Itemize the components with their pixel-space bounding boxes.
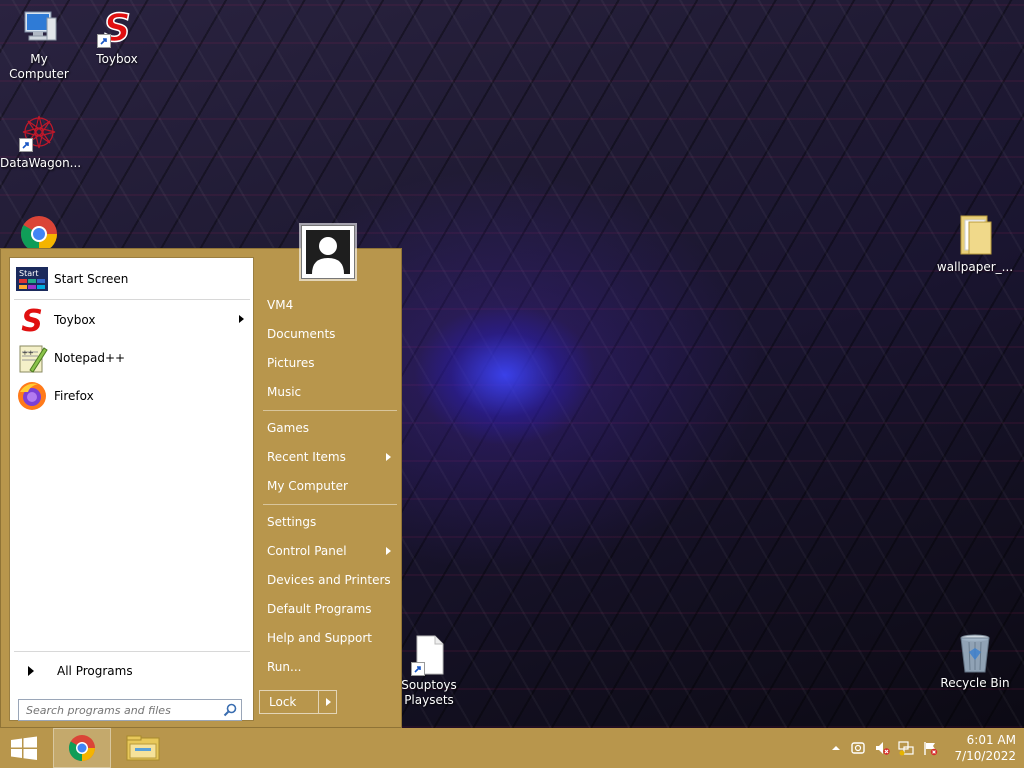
chrome-icon — [68, 735, 95, 762]
folder-icon — [955, 214, 995, 255]
windows-logo-icon — [11, 736, 37, 760]
separator — [263, 410, 397, 411]
search-box[interactable] — [18, 699, 242, 721]
start-menu-right-item-default-programs[interactable]: Default Programs — [259, 596, 399, 622]
lock-button[interactable]: Lock — [259, 690, 337, 714]
desktop-icon-datawagon[interactable]: DataWagon... — [0, 112, 82, 171]
right-item-label: Default Programs — [267, 602, 372, 616]
start-screen-icon: Start — [16, 263, 48, 295]
desktop-icon-wallpaper-folder[interactable]: wallpaper_... — [936, 214, 1014, 275]
submenu-arrow-icon — [386, 453, 391, 461]
desktop-icon-label: wallpaper_... — [936, 260, 1014, 274]
right-item-label: Devices and Printers — [267, 573, 391, 587]
recycle-bin-icon — [955, 632, 995, 673]
shortcut-arrow-icon — [19, 138, 33, 152]
start-menu-right-item-settings[interactable]: Settings — [259, 509, 399, 535]
taskbar: 6:01 AM 7/10/2022 — [0, 728, 1024, 768]
start-menu-item-start-screen[interactable]: Start Start Screen — [14, 262, 250, 296]
desktop-icon-label: DataWagon... — [0, 156, 82, 170]
right-item-label: Help and Support — [267, 631, 372, 645]
lock-button-label: Lock — [269, 695, 297, 709]
start-menu-item-notepadpp[interactable]: ++ Notepad++ — [14, 341, 250, 375]
desktop-icon-label: Toybox — [96, 52, 138, 66]
right-item-label: Games — [267, 421, 309, 435]
desktop-icon-label: My Computer — [9, 52, 69, 81]
search-icon[interactable] — [223, 703, 237, 720]
start-menu-right-item-games[interactable]: Games — [259, 415, 399, 441]
desktop-icon-recycle-bin[interactable]: Recycle Bin — [936, 632, 1014, 691]
volume-muted-icon[interactable] — [874, 740, 890, 756]
toybox-icon: S — [97, 5, 137, 51]
separator — [14, 299, 250, 300]
svg-text:Start: Start — [19, 269, 39, 278]
all-programs-label: All Programs — [57, 664, 133, 678]
start-menu-item-label: Toybox — [54, 313, 96, 327]
computer-icon — [19, 8, 59, 48]
start-menu-right-item-music[interactable]: Music — [259, 379, 399, 405]
start-menu-programs-pane: Start Start Screen S Toybox ++ Notepad++… — [9, 257, 254, 721]
action-center-flag-icon[interactable] — [922, 740, 938, 756]
right-item-label: My Computer — [267, 479, 348, 493]
shortcut-arrow-icon — [411, 662, 425, 676]
toybox-icon: S — [16, 304, 48, 339]
power-options-arrow-button[interactable] — [317, 691, 336, 713]
separator — [14, 651, 250, 652]
taskbar-chrome-button[interactable] — [53, 728, 111, 768]
right-item-label: Recent Items — [267, 450, 346, 464]
start-menu-right-item-devices-and-printers[interactable]: Devices and Printers — [259, 567, 399, 593]
taskbar-clock[interactable]: 6:01 AM 7/10/2022 — [946, 732, 1016, 764]
start-menu-item-toybox[interactable]: S Toybox — [14, 303, 250, 339]
clock-time: 6:01 AM — [966, 733, 1016, 747]
file-icon — [409, 634, 449, 676]
clock-date: 7/10/2022 — [954, 749, 1016, 763]
taskbar-file-explorer-button[interactable] — [116, 728, 170, 768]
start-menu-right-item-my-computer[interactable]: My Computer — [259, 473, 399, 499]
start-button[interactable] — [0, 728, 48, 768]
right-item-label: Run... — [267, 660, 302, 674]
sync-icon[interactable] — [850, 740, 866, 756]
notepadpp-icon: ++ — [16, 342, 48, 374]
right-item-label: Pictures — [267, 356, 315, 370]
right-item-label: VM4 — [267, 298, 294, 312]
start-menu-item-label: Firefox — [54, 389, 94, 403]
start-menu-right-item-recent-items[interactable]: Recent Items — [259, 444, 399, 470]
network-disconnected-icon[interactable] — [898, 740, 914, 756]
separator — [263, 504, 397, 505]
right-item-label: Control Panel — [267, 544, 347, 558]
submenu-arrow-icon — [239, 315, 244, 323]
all-programs-button[interactable]: All Programs — [14, 658, 250, 684]
right-item-label: Settings — [267, 515, 317, 529]
right-item-label: Music — [267, 385, 302, 399]
start-menu-right-item-vm4[interactable]: VM4 — [259, 292, 399, 318]
submenu-arrow-icon — [386, 547, 391, 555]
start-menu-right-item-run[interactable]: Run... — [259, 654, 399, 680]
right-item-label: Documents — [267, 327, 336, 341]
start-menu: Start Start Screen S Toybox ++ Notepad++… — [0, 225, 402, 728]
search-input[interactable] — [24, 700, 218, 720]
start-menu-item-firefox[interactable]: Firefox — [14, 379, 250, 413]
show-hidden-icons-arrow[interactable] — [828, 740, 844, 756]
start-menu-item-label: Notepad++ — [54, 351, 126, 365]
desktop-icon-label: Recycle Bin — [940, 676, 1010, 690]
start-menu-item-label: Start Screen — [54, 272, 129, 286]
svg-text:S: S — [21, 304, 43, 336]
desktop-icon-toybox[interactable]: S Toybox — [78, 5, 156, 67]
shortcut-arrow-icon — [97, 34, 111, 48]
expand-arrow-icon — [28, 666, 34, 676]
desktop-icon-my-computer[interactable]: My Computer — [0, 8, 78, 82]
user-icon — [306, 230, 350, 274]
start-menu-right-item-control-panel[interactable]: Control Panel — [259, 538, 399, 564]
file-explorer-icon — [126, 735, 160, 761]
start-menu-right-item-documents[interactable]: Documents — [259, 321, 399, 347]
firefox-icon — [16, 380, 48, 412]
datawagon-icon — [19, 112, 59, 152]
user-avatar[interactable] — [301, 225, 355, 279]
svg-text:++: ++ — [22, 349, 34, 357]
start-menu-right-item-pictures[interactable]: Pictures — [259, 350, 399, 376]
start-menu-right-item-help-and-support[interactable]: Help and Support — [259, 625, 399, 651]
